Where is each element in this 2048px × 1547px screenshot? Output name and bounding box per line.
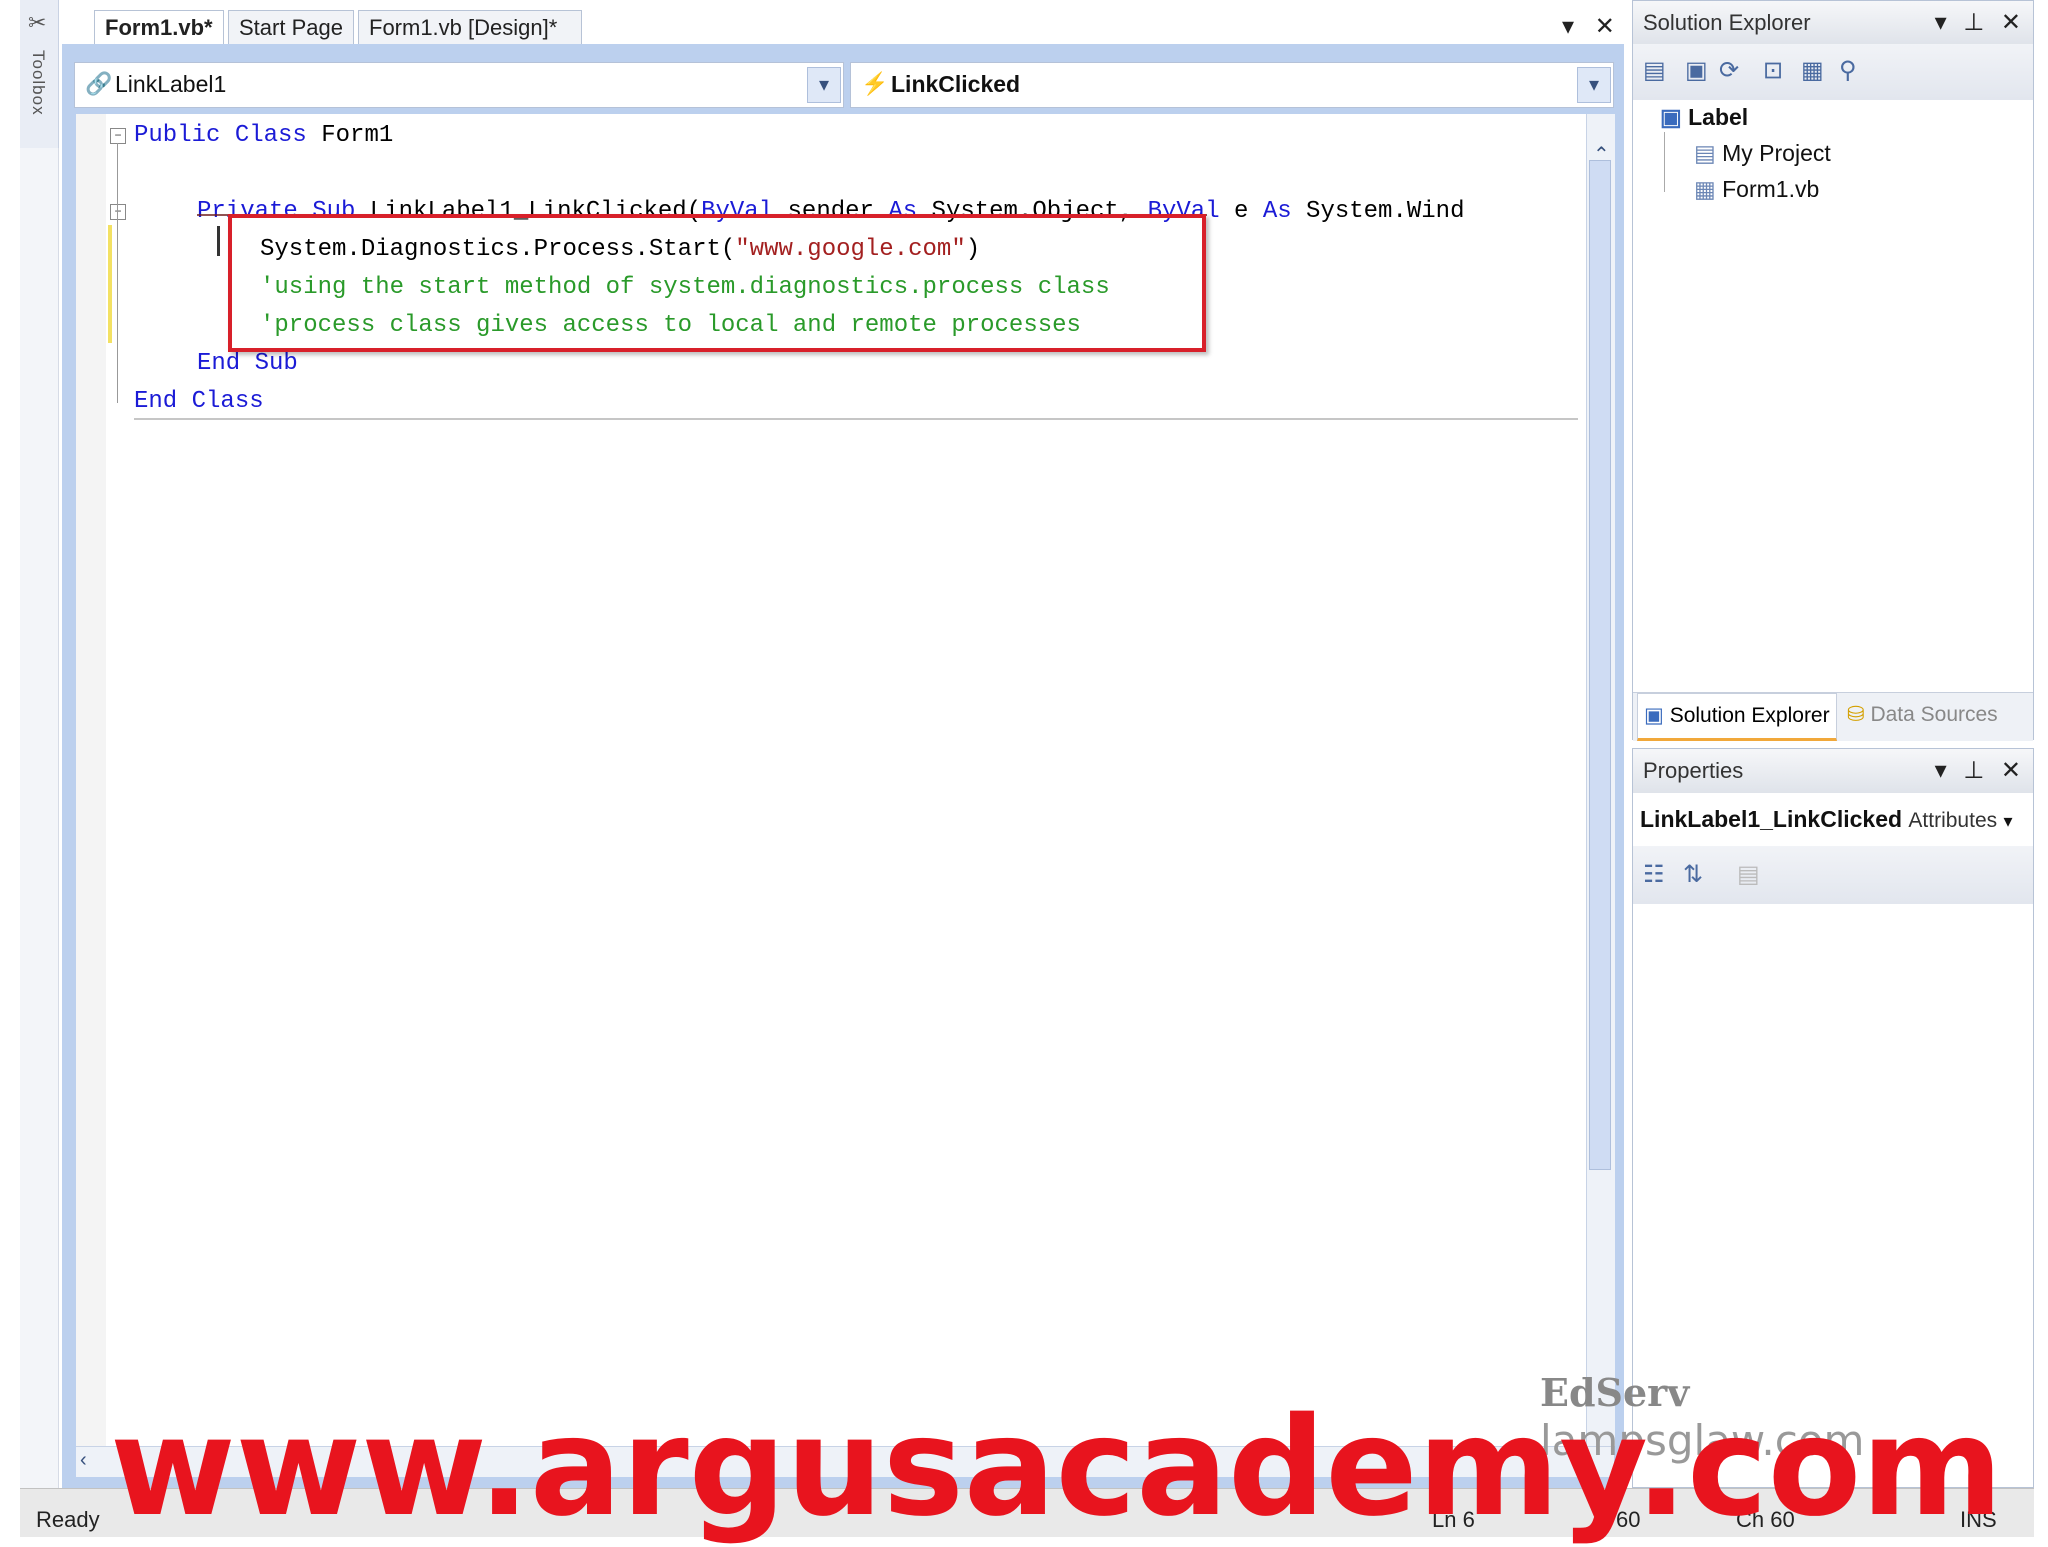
view-designer-icon[interactable]: ▦ — [1801, 56, 1824, 85]
link-label-icon: 🔗 — [85, 71, 113, 96]
tree-guide — [1664, 132, 1665, 192]
close-icon[interactable]: ✕ — [2001, 757, 2021, 784]
argus-academy-watermark: www.argusacademy.com — [110, 1389, 2003, 1547]
toolbox-strip[interactable]: ✂ Toolbox — [20, 0, 59, 148]
toolbox-label: Toolbox — [29, 50, 48, 116]
code-line-7: End Class — [134, 388, 264, 415]
properties-icon[interactable]: ▤ — [1643, 56, 1666, 85]
properties-object-type: Attributes — [1908, 809, 1998, 832]
categorized-icon[interactable]: ☷ — [1643, 860, 1665, 889]
changed-lines-marker — [108, 225, 112, 343]
tab-data-sources[interactable]: ⛁ Data Sources — [1841, 693, 2004, 737]
lightning-icon: ⚡ — [861, 71, 889, 96]
object-combo[interactable]: 🔗 LinkLabel1 ▾ — [74, 62, 844, 108]
alphabetical-icon[interactable]: ⇅ — [1683, 860, 1703, 889]
code-gutter — [76, 114, 106, 1446]
tab-form1-vb[interactable]: Form1.vb* — [94, 10, 224, 44]
properties-toolbar: ☷ ⇅ ▤ — [1633, 846, 2033, 904]
chevron-down-icon: ▾ — [2003, 811, 2013, 831]
view-code-icon[interactable]: ⊡ — [1763, 56, 1783, 85]
tab-close-icon[interactable]: ✕ — [1595, 13, 1615, 40]
solution-explorer-toolbar: ▤ ▣ ⟳ ⊡ ▦ ⚲ — [1633, 44, 2033, 100]
dropdown-icon[interactable]: ▾ — [1935, 9, 1947, 36]
explorer-tabs: ▣ Solution Explorer ⛁ Data Sources — [1633, 692, 2033, 741]
show-all-files-icon[interactable]: ▣ — [1685, 56, 1708, 85]
dropdown-icon[interactable]: ▾ — [1935, 757, 1947, 784]
vertical-scroll-thumb[interactable] — [1589, 160, 1611, 1170]
refresh-icon[interactable]: ⟳ — [1719, 56, 1739, 85]
event-combo-value: LinkClicked — [891, 71, 1021, 97]
form-icon: ▦ — [1694, 176, 1716, 202]
text-cursor — [217, 226, 220, 256]
chevron-down-icon[interactable]: ▾ — [807, 67, 841, 103]
document-tabs: Form1.vb* Start Page Form1.vb [Design]* — [62, 0, 1624, 46]
panel-controls: ▾ ⊥ ✕ — [1935, 749, 2021, 793]
properties-object-name: LinkLabel1_LinkClicked — [1640, 806, 1903, 832]
left-margin — [20, 148, 59, 1488]
close-icon[interactable]: ✕ — [2001, 9, 2021, 36]
scroll-left-icon[interactable]: ‹ — [80, 1449, 87, 1472]
property-pages-icon[interactable]: ▤ — [1737, 860, 1760, 889]
object-combo-value: LinkLabel1 — [115, 71, 227, 97]
panel-controls: ▾ ⊥ ✕ — [1935, 1, 2021, 45]
tab-form1-design[interactable]: Form1.vb [Design]* — [358, 10, 582, 44]
tree-root[interactable]: ▣ Label — [1660, 104, 1748, 131]
tree-root-label: Label — [1688, 104, 1749, 130]
collapse-sub-icon[interactable]: − — [110, 204, 126, 220]
pin-icon[interactable]: ⊥ — [1963, 9, 1984, 36]
class-diagram-icon[interactable]: ⚲ — [1839, 56, 1857, 85]
tab-start-page[interactable]: Start Page — [228, 10, 354, 44]
tab-solution-explorer[interactable]: ▣ Solution Explorer — [1637, 693, 1837, 741]
project-icon: ▣ — [1660, 104, 1682, 130]
procedure-separator — [134, 418, 1578, 420]
pin-icon[interactable]: ⊥ — [1963, 757, 1984, 784]
tree-item-form1[interactable]: ▦ Form1.vb — [1694, 176, 1819, 203]
event-combo[interactable]: ⚡ LinkClicked ▾ — [850, 62, 1614, 108]
data-sources-icon: ⛁ — [1847, 703, 1865, 726]
highlight-box — [228, 214, 1206, 352]
solution-explorer-icon: ▣ — [1644, 704, 1664, 727]
tab-controls: ▾ ✕ — [1562, 12, 1615, 41]
fold-guide — [117, 143, 118, 403]
code-line-6: End Sub — [197, 350, 298, 377]
status-ready: Ready — [36, 1507, 100, 1532]
properties-object-selector[interactable]: LinkLabel1_LinkClicked Attributes ▾ — [1640, 806, 2013, 833]
tab-dropdown-icon[interactable]: ▾ — [1562, 13, 1574, 40]
collapse-class-icon[interactable]: − — [110, 128, 126, 144]
my-project-icon: ▤ — [1694, 140, 1716, 166]
toolbox-icon: ✂ — [28, 10, 47, 35]
chevron-down-icon[interactable]: ▾ — [1577, 67, 1611, 103]
code-line-1: Public Class Form1 — [134, 122, 394, 149]
tree-item-my-project[interactable]: ▤ My Project — [1694, 140, 1831, 167]
